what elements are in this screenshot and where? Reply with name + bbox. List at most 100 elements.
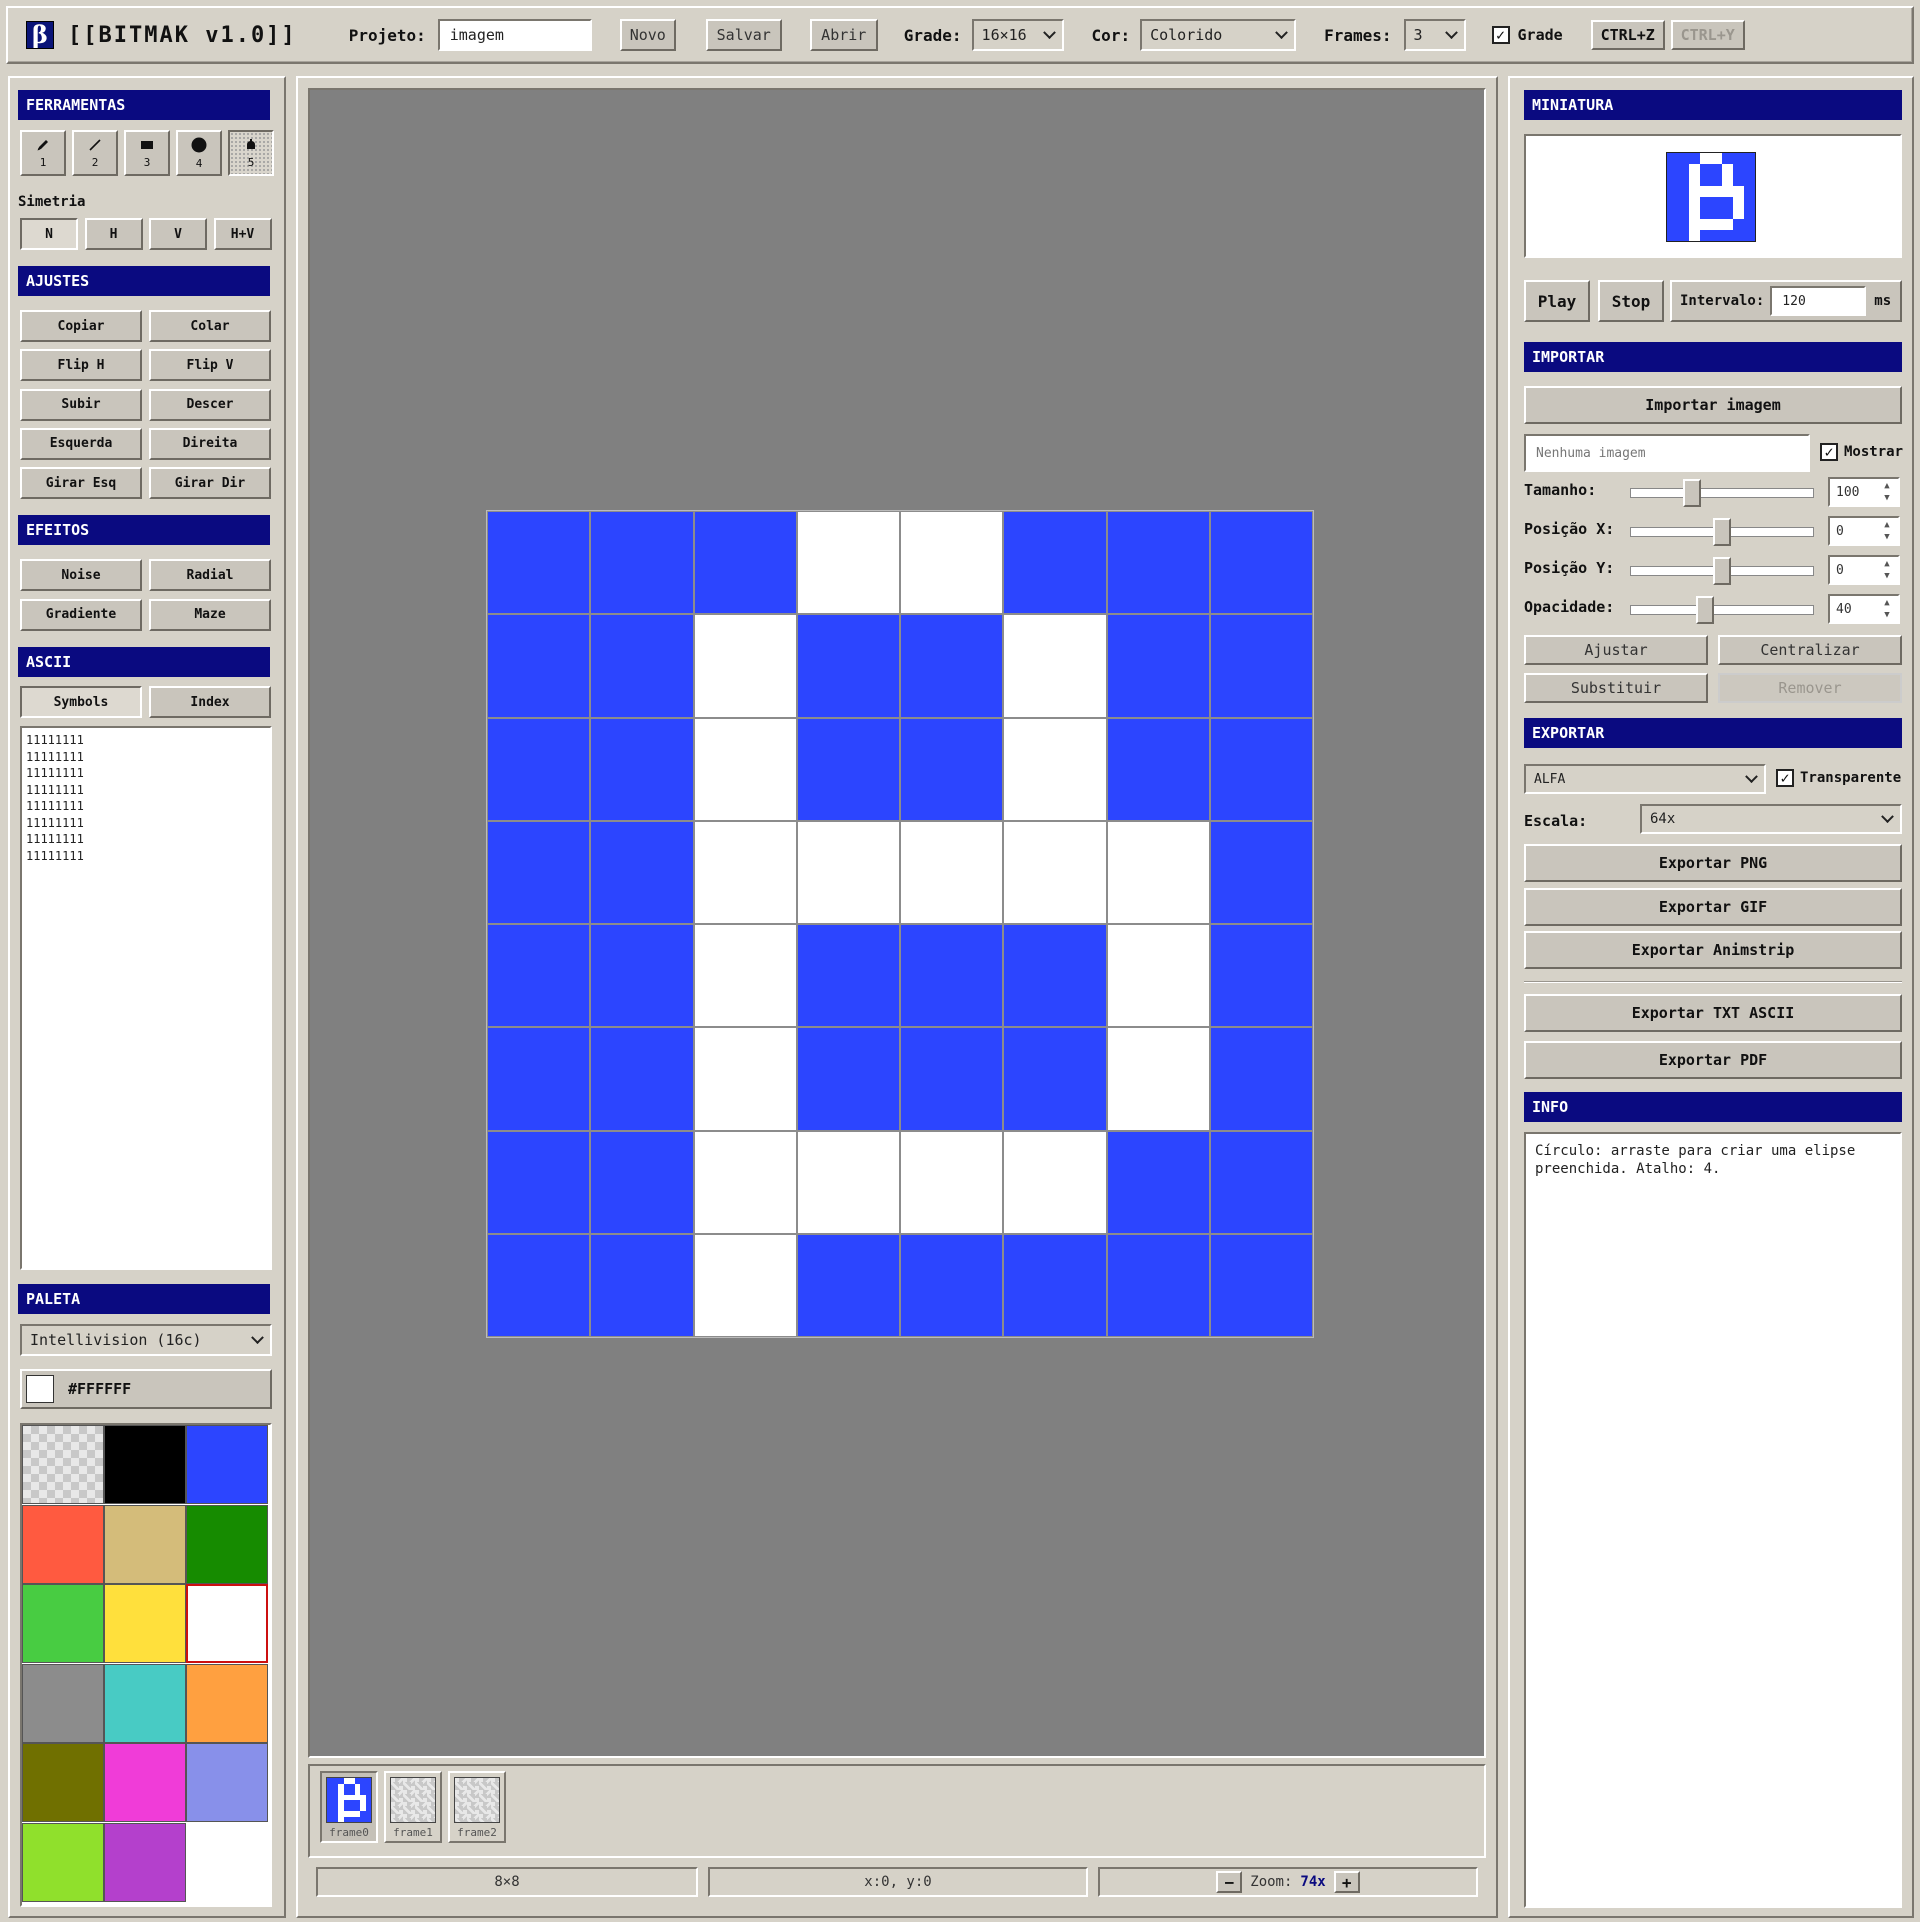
pixel-cell[interactable] <box>796 820 900 924</box>
symmetry-hv-button[interactable]: H+V <box>213 218 272 250</box>
tool-button-pencil[interactable]: 1 <box>20 130 66 176</box>
adjust-descer-button[interactable]: Descer <box>149 388 271 421</box>
fit-button[interactable]: Ajustar <box>1524 635 1708 665</box>
posx-slider-thumb[interactable] <box>1713 518 1731 546</box>
pixel-cell[interactable] <box>693 614 797 718</box>
pixel-cell[interactable] <box>693 820 797 924</box>
pixel-cell[interactable] <box>1003 820 1107 924</box>
tool-button-line[interactable]: 2 <box>72 130 118 176</box>
pixel-cell[interactable] <box>1106 820 1210 924</box>
pixel-cell[interactable] <box>1209 614 1313 718</box>
remove-button[interactable]: Remover <box>1718 673 1902 703</box>
spin-arrows-icon[interactable]: ▲ ▼ <box>1878 558 1896 582</box>
pixel-cell[interactable] <box>487 1233 591 1337</box>
color-mode-select[interactable]: Colorido <box>1140 19 1297 51</box>
palette-swatch[interactable] <box>186 1663 268 1743</box>
effect-maze-button[interactable]: Maze <box>149 598 271 631</box>
palette-swatch[interactable] <box>186 1584 268 1663</box>
palette-select[interactable]: Intellivision (16c) <box>20 1324 272 1356</box>
pixel-cell[interactable] <box>693 924 797 1028</box>
pixel-cell[interactable] <box>590 924 694 1028</box>
pixel-cell[interactable] <box>1106 1130 1210 1234</box>
size-slider-track[interactable] <box>1630 488 1814 498</box>
palette-swatch[interactable] <box>22 1663 104 1743</box>
adjust-esquerda-button[interactable]: Esquerda <box>20 427 142 460</box>
palette-swatch[interactable] <box>186 1425 268 1504</box>
posx-spinbox[interactable]: 0 ▲ ▼ <box>1828 516 1900 546</box>
pixel-canvas[interactable] <box>486 510 1314 1338</box>
posy-spinbox[interactable]: 0 ▲ ▼ <box>1828 555 1900 585</box>
pixel-cell[interactable] <box>1209 1233 1313 1337</box>
pixel-cell[interactable] <box>1106 924 1210 1028</box>
pixel-cell[interactable] <box>590 717 694 821</box>
pixel-cell[interactable] <box>487 1027 591 1131</box>
open-button[interactable]: Abrir <box>809 19 878 51</box>
palette-swatch[interactable] <box>104 1584 186 1663</box>
stop-button[interactable]: Stop <box>1598 280 1664 322</box>
pixel-cell[interactable] <box>487 614 591 718</box>
pixel-cell[interactable] <box>900 1130 1004 1234</box>
pixel-cell[interactable] <box>1106 1027 1210 1131</box>
replace-button[interactable]: Substituir <box>1524 673 1708 703</box>
adjust-girar-esq-button[interactable]: Girar Esq <box>20 467 142 500</box>
pixel-cell[interactable] <box>1106 511 1210 615</box>
tool-button-circle[interactable]: 4 <box>176 130 222 176</box>
import-image-button[interactable]: Importar imagem <box>1524 386 1902 424</box>
current-color-display[interactable]: #FFFFFF <box>20 1369 272 1409</box>
pixel-cell[interactable] <box>796 924 900 1028</box>
pixel-cell[interactable] <box>1003 1233 1107 1337</box>
palette-swatch[interactable] <box>186 1743 268 1822</box>
redo-button[interactable]: CTRL+Y <box>1670 20 1745 50</box>
show-import-checkbox[interactable]: ✓ <box>1820 443 1838 461</box>
zoom-out-button[interactable]: − <box>1216 1871 1243 1893</box>
new-button[interactable]: Novo <box>619 19 676 51</box>
show-grid-checkbox[interactable]: ✓ <box>1491 26 1510 44</box>
pixel-cell[interactable] <box>693 511 797 615</box>
pixel-cell[interactable] <box>796 717 900 821</box>
transparent-toggle[interactable]: ✓ Transparente <box>1776 769 1901 787</box>
pixel-cell[interactable] <box>900 820 1004 924</box>
pixel-cell[interactable] <box>590 614 694 718</box>
palette-swatch[interactable] <box>104 1822 186 1902</box>
spin-arrows-icon[interactable]: ▲ ▼ <box>1878 480 1896 504</box>
export-gif-button[interactable]: Exportar GIF <box>1524 888 1902 926</box>
play-button[interactable]: Play <box>1524 280 1590 322</box>
pixel-cell[interactable] <box>590 511 694 615</box>
pixel-cell[interactable] <box>1106 614 1210 718</box>
pixel-cell[interactable] <box>1106 717 1210 821</box>
frames-select[interactable]: 3 <box>1403 19 1466 51</box>
pixel-cell[interactable] <box>693 1233 797 1337</box>
show-import-toggle[interactable]: ✓ Mostrar <box>1820 443 1903 461</box>
pixel-cell[interactable] <box>487 820 591 924</box>
symmetry-n-button[interactable]: N <box>20 218 78 250</box>
spin-arrows-icon[interactable]: ▲ ▼ <box>1878 597 1896 621</box>
symmetry-v-button[interactable]: V <box>149 218 207 250</box>
pixel-cell[interactable] <box>1003 1027 1107 1131</box>
drawing-canvas-area[interactable] <box>308 88 1486 1758</box>
project-name-input[interactable]: imagem <box>437 19 592 51</box>
pixel-cell[interactable] <box>487 717 591 821</box>
interval-input[interactable]: 120 <box>1770 286 1867 316</box>
pixel-cell[interactable] <box>900 717 1004 821</box>
effect-gradiente-button[interactable]: Gradiente <box>20 598 142 631</box>
adjust-subir-button[interactable]: Subir <box>20 388 142 421</box>
export-mode-select[interactable]: ALFA <box>1524 764 1766 794</box>
pixel-cell[interactable] <box>900 614 1004 718</box>
pixel-cell[interactable] <box>590 1130 694 1234</box>
grid-size-select[interactable]: 16×16 <box>971 19 1064 51</box>
frame-thumbnail-frame0[interactable]: frame0 <box>320 1771 378 1843</box>
adjust-colar-button[interactable]: Colar <box>149 310 271 342</box>
pixel-cell[interactable] <box>900 1027 1004 1131</box>
effect-noise-button[interactable]: Noise <box>20 559 142 591</box>
zoom-in-button[interactable]: + <box>1333 1871 1360 1893</box>
pixel-cell[interactable] <box>1003 511 1107 615</box>
adjust-flip-v-button[interactable]: Flip V <box>149 349 271 382</box>
pixel-cell[interactable] <box>693 717 797 821</box>
pixel-cell[interactable] <box>900 924 1004 1028</box>
ascii-output[interactable]: 11111111 11111111 11111111 11111111 1111… <box>20 726 272 1270</box>
effect-radial-button[interactable]: Radial <box>149 559 271 591</box>
pixel-cell[interactable] <box>693 1130 797 1234</box>
pixel-cell[interactable] <box>796 614 900 718</box>
adjust-copiar-button[interactable]: Copiar <box>20 310 142 342</box>
export-txt-button[interactable]: Exportar TXT ASCII <box>1524 994 1902 1032</box>
